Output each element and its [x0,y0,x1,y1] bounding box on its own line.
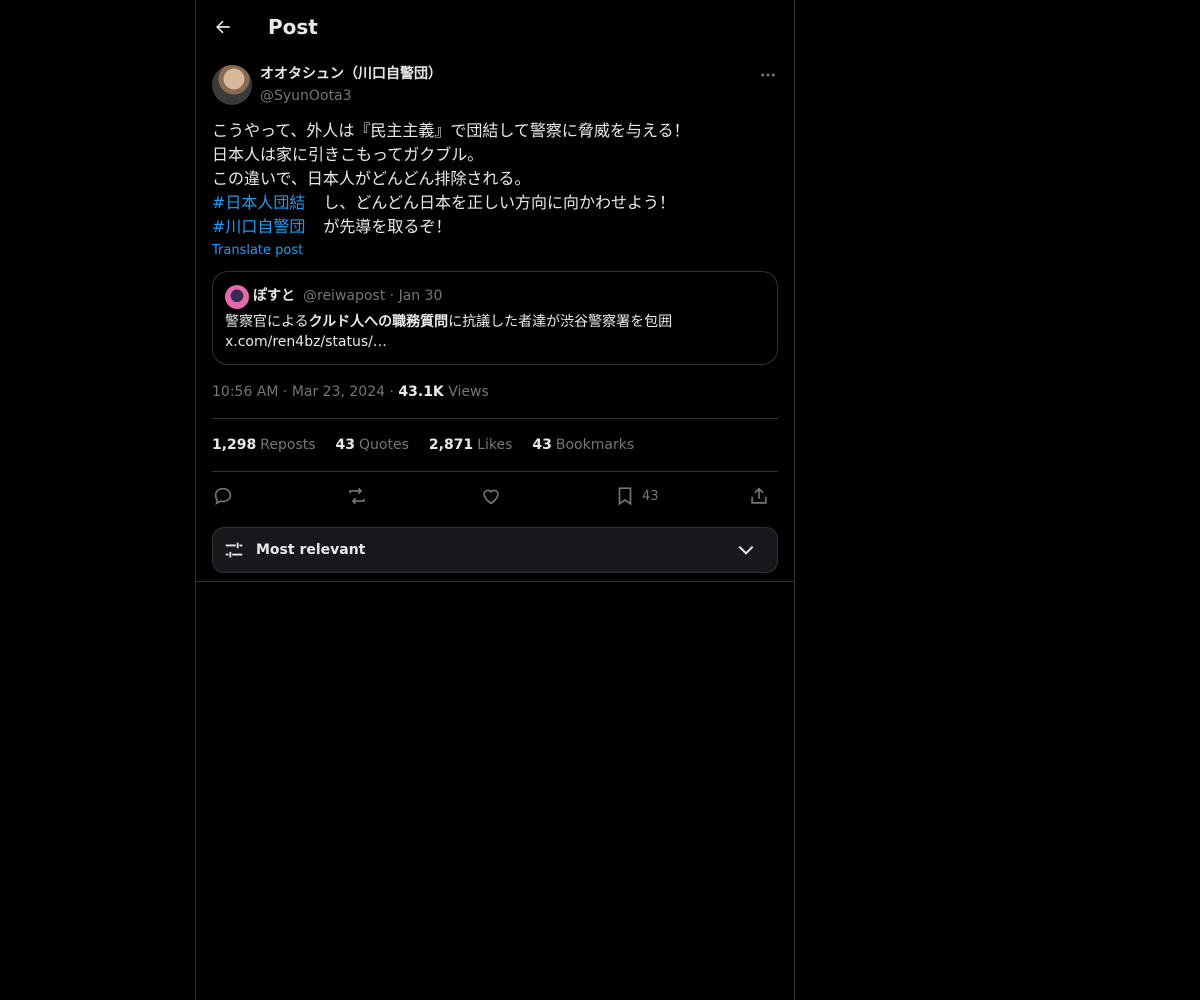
like-button[interactable] [480,481,502,511]
post-header: Post [196,0,794,53]
hashtag-link[interactable]: #川口自警団 [212,217,305,236]
more-dots-icon [761,73,775,77]
chevron-down-icon [738,545,754,555]
bookmarks-count: 43 [532,437,552,453]
bookmarks-label: Bookmarks [555,437,635,453]
quoted-link: x.com/ren4bz/status/… [225,334,387,350]
author-display-name[interactable]: オオタシュン（川口自警団） [260,64,442,84]
tweet-line: #日本人団結 し、どんどん日本を正しい方向に向かわせよう！ [212,191,778,215]
sort-label: Most relevant [256,542,366,558]
quoted-author-avatar [225,285,249,309]
tweet-line: こうやって、外人は『民主主義』で団結して警察に脅威を与える！ [212,121,690,140]
post-stats: 1,298 Reposts 43 Quotes 2,871 Likes 43 Bookm… [212,435,634,455]
reposts-stat[interactable]: 1,298 Reposts [212,435,316,455]
reply-sort-dropdown[interactable]: Most relevant [212,527,778,573]
bookmark-count: 43 [642,488,659,504]
divider [212,418,778,419]
views-label: Views [448,384,489,400]
meta-separator: · [389,288,395,304]
back-button[interactable] [208,12,238,42]
quoted-post-card[interactable]: ぽすと @reiwapost · Jan 30 警察官によるクルド人への職務質問… [212,271,778,365]
reposts-count: 1,298 [212,437,257,453]
hashtag-link[interactable]: #日本人団結 [212,193,305,212]
reposts-label: Reposts [260,437,316,453]
views-count: 43.1K [398,384,444,400]
divider [212,471,778,472]
like-icon [483,489,499,505]
tweet-line: 日本人は家に引きこもってガクブル。 [212,145,484,164]
bookmarks-stat[interactable]: 43 Bookmarks [532,435,634,455]
tweet-line-text: が先導を取るぞ！ [323,217,452,236]
tweet-line: この違いで、日本人がどんどん排除される。 [212,169,531,188]
quoted-text-part: 警察官による [225,314,309,330]
meta-separator: · [389,384,394,400]
quoted-post-date: Jan 30 [398,288,443,304]
post-time[interactable]: 10:56 AM [212,384,278,400]
tweet-line: #川口自警団 が先導を取るぞ！ [212,215,778,239]
post-date[interactable]: Mar 23, 2024 [292,384,385,400]
tweet-line-text: し、どんどん日本を正しい方向に向かわせよう！ [323,193,675,212]
action-bar: 43 [212,481,778,511]
repost-icon [349,487,365,505]
tweet-text: こうやって、外人は『民主主義』で団結して警察に脅威を与える！ 日本人は家に引きこ… [212,119,778,239]
quoted-author-name: ぽすと [253,288,295,304]
quoted-author-handle: @reiwapost [303,288,386,304]
bookmark-icon [618,487,632,506]
back-arrow-icon [216,20,230,34]
quotes-label: Quotes [359,437,409,453]
quotes-stat[interactable]: 43 Quotes [336,435,409,455]
quoted-post-text: 警察官によるクルド人への職務質問に抗議した者達が渋谷警察署を包囲 x.com/r… [225,312,765,352]
post-meta: 10:56 AM · Mar 23, 2024 · 43.1K Views [212,382,489,402]
reply-icon [214,487,232,506]
likes-label: Likes [477,437,513,453]
share-button[interactable] [748,481,770,511]
share-icon [751,487,767,504]
quoted-text-part: に抗議した者達が渋谷警察署を包囲 [448,314,673,330]
more-options-button[interactable] [756,64,780,86]
quoted-author-meta: @reiwapost · Jan 30 [303,286,442,306]
divider [196,581,794,582]
bookmark-button[interactable]: 43 [614,481,659,511]
author-avatar[interactable] [212,65,252,105]
translate-post-link[interactable]: Translate post [212,242,303,260]
likes-stat[interactable]: 2,871 Likes [429,435,513,455]
quotes-count: 43 [335,437,356,453]
meta-separator: · [282,384,288,400]
main-column: Post オオタシュン（川口自警団） @SyunOota3 こうやって、外人は『… [195,0,795,1000]
page-title: Post [268,15,318,39]
sliders-icon [225,542,243,558]
reply-button[interactable] [212,481,234,511]
likes-count: 2,871 [428,437,474,453]
repost-button[interactable] [346,481,368,511]
quoted-text-bold: クルド人への職務質問 [308,314,449,330]
author-handle[interactable]: @SyunOota3 [260,86,351,106]
